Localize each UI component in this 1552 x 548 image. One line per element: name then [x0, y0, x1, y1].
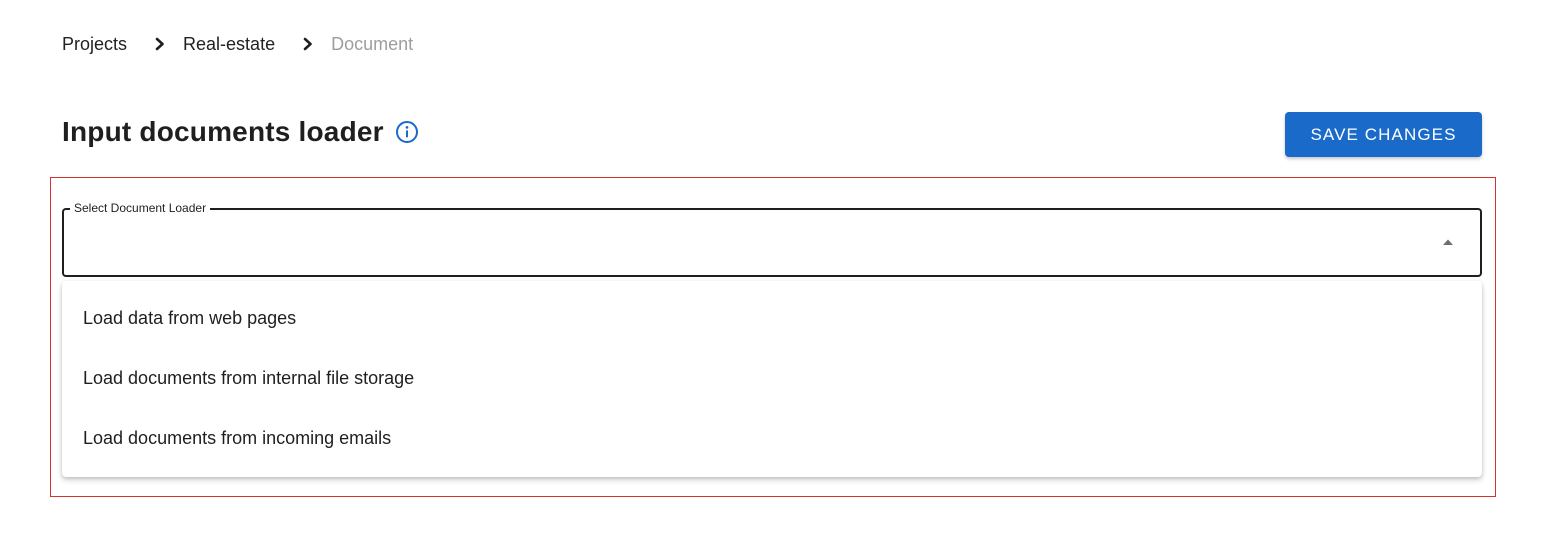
- chevron-right-icon: [153, 37, 167, 51]
- save-changes-button[interactable]: SAVE CHANGES: [1285, 112, 1482, 157]
- option-web-pages[interactable]: Load data from web pages: [62, 288, 1482, 348]
- select-label: Select Document Loader: [70, 200, 211, 216]
- page: Projects Real-estate Document Input docu…: [0, 0, 1552, 548]
- document-loader-select[interactable]: Select Document Loader: [62, 200, 1482, 277]
- breadcrumb: Projects Real-estate Document: [62, 32, 413, 56]
- option-incoming-emails[interactable]: Load documents from incoming emails: [62, 408, 1482, 468]
- info-circle-icon[interactable]: [395, 120, 419, 144]
- page-title: Input documents loader: [62, 116, 384, 147]
- caret-up-icon[interactable]: [1442, 238, 1454, 246]
- dropdown-menu: Load data from web pages Load documents …: [62, 281, 1482, 477]
- title-row: Input documents loader: [62, 112, 419, 152]
- option-internal-file-storage[interactable]: Load documents from internal file storag…: [62, 348, 1482, 408]
- breadcrumb-document: Document: [331, 33, 414, 54]
- breadcrumb-real-estate[interactable]: Real-estate: [183, 34, 275, 55]
- chevron-right-icon: [301, 37, 315, 51]
- breadcrumb-projects[interactable]: Projects: [62, 34, 127, 55]
